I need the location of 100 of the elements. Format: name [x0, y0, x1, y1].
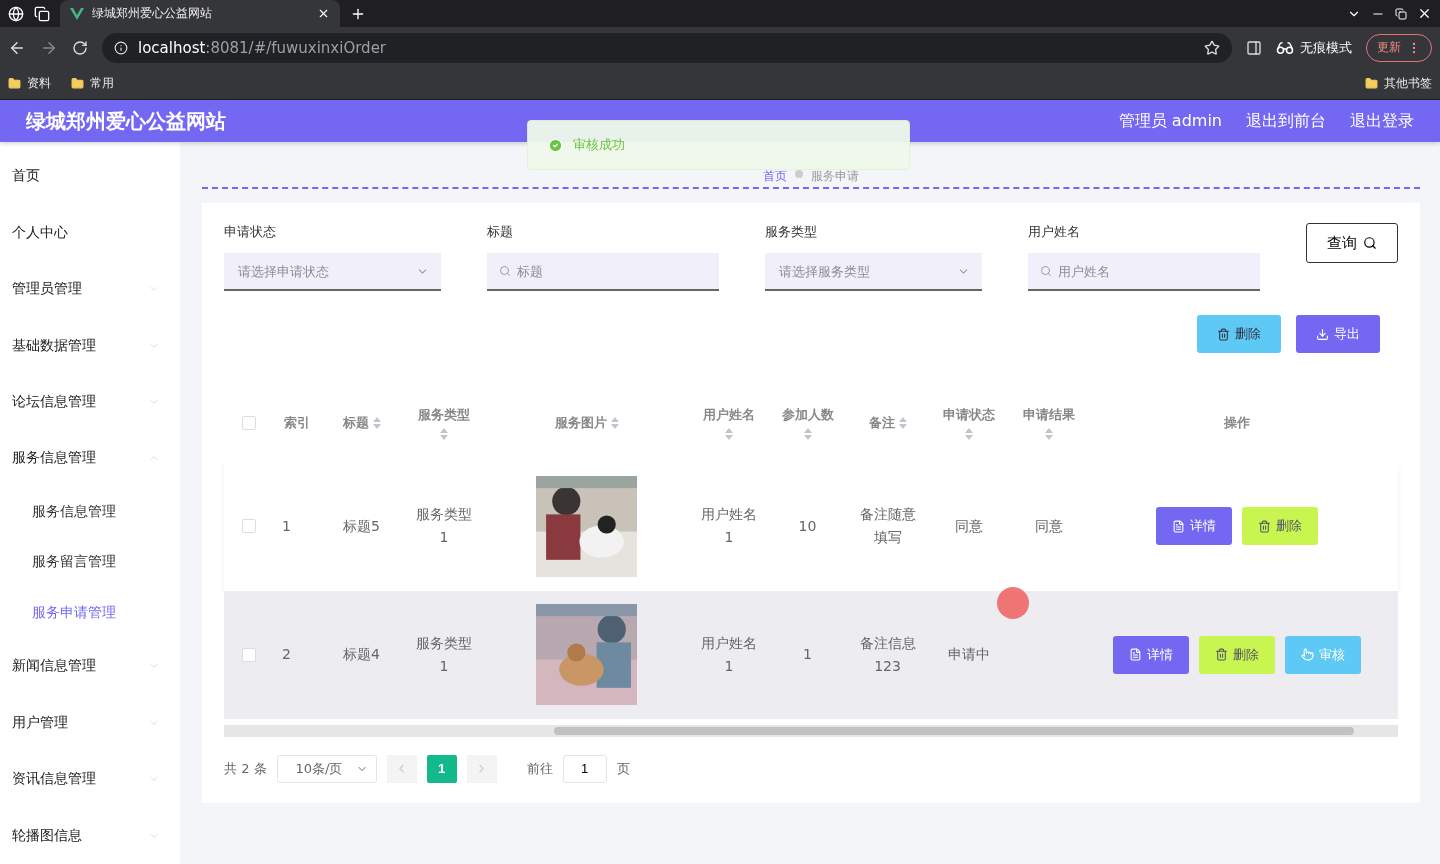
select-field[interactable]: 请选择服务类型 — [765, 253, 982, 291]
previous-page-button[interactable] — [386, 755, 417, 783]
bookmark[interactable]: 其他书签 — [1365, 75, 1432, 92]
sidebar-subitem[interactable]: 服务留言管理 — [0, 537, 180, 588]
table-cell-text: 1 — [802, 645, 813, 665]
folder-icon — [8, 77, 21, 90]
trash-icon — [1217, 327, 1230, 341]
table-cell-text: 2 — [281, 645, 292, 665]
folder-icon — [1365, 77, 1378, 90]
tab-overview-icon[interactable] — [34, 5, 50, 22]
page-size-select[interactable]: 10条/页 — [276, 755, 377, 783]
sidebar-item[interactable]: 个人中心 — [0, 204, 180, 261]
column-header[interactable]: 服务类型 — [418, 405, 470, 424]
table-cell-text: 备注随意填写 — [858, 505, 917, 548]
table-cell-text: 用户姓名 1 — [700, 505, 758, 548]
next-page-button[interactable] — [466, 755, 497, 783]
detail-button[interactable]: 详情 — [1112, 635, 1189, 674]
sidebar-item[interactable]: 资讯信息管理 — [0, 751, 180, 808]
bookmark[interactable]: 资料 — [8, 75, 51, 92]
header-link[interactable]: 退出到前台 — [1246, 110, 1326, 132]
bookmark-star-icon[interactable] — [1204, 39, 1220, 56]
sidebar-subitem[interactable]: 服务申请管理 — [0, 587, 180, 639]
success-icon — [548, 137, 563, 153]
input-field[interactable]: 标题 — [487, 253, 719, 291]
restore-icon[interactable] — [1395, 7, 1407, 20]
sort-icon[interactable] — [1045, 427, 1053, 440]
sort-icon[interactable] — [898, 416, 907, 429]
browser-tab[interactable]: 绿城郑州爱心公益网站 — [60, 0, 340, 27]
close-icon[interactable] — [1417, 6, 1432, 21]
input-field[interactable]: 用户姓名 — [1028, 253, 1260, 291]
reload-icon[interactable] — [72, 39, 88, 56]
column-header[interactable]: 备注 — [868, 413, 895, 432]
sidebar-item[interactable]: 用户管理 — [0, 694, 180, 752]
site-title: 绿城郑州爱心公益网站 — [26, 107, 226, 135]
sort-icon[interactable] — [725, 427, 733, 440]
sidebar-subitem[interactable]: 服务信息管理 — [0, 486, 180, 538]
sidebar-item[interactable]: 轮播图信息 — [0, 807, 180, 864]
delete-button[interactable]: 删除 — [1241, 507, 1318, 546]
filter-label: 标题 — [487, 223, 514, 241]
search-icon — [1040, 265, 1052, 277]
document-icon — [1171, 519, 1185, 533]
column-header: 索引 — [283, 413, 310, 432]
tab-title: 绿城郑州爱心公益网站 — [92, 5, 213, 22]
column-header[interactable]: 标题 — [342, 413, 369, 432]
table-cell-text: 用户姓名 1 — [700, 633, 758, 676]
bookmark[interactable]: 常用 — [71, 75, 114, 92]
sidebar-item[interactable]: 首页 — [0, 148, 180, 205]
table-cell-text: 1 — [281, 516, 292, 536]
checkbox[interactable] — [242, 415, 256, 430]
checkbox[interactable] — [242, 647, 256, 662]
address-bar[interactable]: localhost:8081/#/fuwuxinxiOrder — [102, 32, 1232, 63]
horizontal-scrollbar[interactable] — [224, 725, 1398, 737]
search-button[interactable]: 查询 — [1306, 223, 1398, 263]
sidebar-item[interactable]: 服务信息管理 — [0, 430, 180, 487]
header-link[interactable]: 退出登录 — [1350, 110, 1414, 132]
column-header[interactable]: 用户姓名 — [703, 405, 755, 424]
column-header: 操作 — [1223, 413, 1250, 432]
table-cell-text: 标题4 — [342, 645, 381, 665]
column-header[interactable]: 服务图片 — [554, 413, 607, 432]
sidebar-item[interactable]: 管理员管理 — [0, 260, 180, 318]
table-cell-text: 同意 — [954, 516, 984, 536]
sort-icon[interactable] — [965, 427, 973, 440]
sort-icon[interactable] — [803, 427, 812, 440]
export-button[interactable]: 导出 — [1296, 315, 1380, 353]
header-link[interactable]: 管理员 admin — [1118, 110, 1222, 132]
download-icon — [1316, 327, 1329, 341]
table-cell-text: 服务类型 1 — [415, 505, 473, 548]
sort-icon[interactable] — [610, 416, 619, 429]
checkbox[interactable] — [242, 519, 256, 534]
trash-icon — [1257, 519, 1271, 533]
sort-icon[interactable] — [372, 416, 381, 429]
total-count: 共 2 条 — [224, 760, 267, 778]
column-header[interactable]: 申请结果 — [1023, 405, 1075, 424]
profile-label: 无痕模式 — [1300, 38, 1352, 57]
select-field[interactable]: 请选择申请状态 — [224, 253, 441, 291]
goto-label: 前往 — [526, 760, 553, 778]
page-input[interactable]: 1 — [562, 755, 607, 783]
close-icon[interactable] — [317, 7, 330, 20]
breadcrumb-item[interactable]: 首页 — [763, 168, 787, 185]
sidebar-item[interactable]: 新闻信息管理 — [0, 638, 180, 695]
detail-button[interactable]: 详情 — [1155, 507, 1232, 546]
delete-button[interactable]: 删除 — [1198, 635, 1275, 674]
table-cell-text: 同意 — [1034, 516, 1064, 536]
info-icon — [114, 40, 128, 55]
table-cell-text: 备注信息 123 — [858, 633, 917, 676]
column-header[interactable]: 申请状态 — [943, 405, 995, 424]
hand-pointer-icon — [1300, 648, 1314, 662]
sidebar-item[interactable]: 论坛信息管理 — [0, 373, 180, 431]
breadcrumb-item: 服务申请 — [811, 168, 859, 185]
filter-label: 服务类型 — [765, 223, 818, 241]
url-path: :8081/#/fuwuxinxiOrder — [205, 38, 387, 57]
url-host: localhost — [138, 38, 206, 57]
side-panel-icon[interactable] — [1246, 39, 1262, 56]
sidebar-item[interactable]: 基础数据管理 — [0, 317, 180, 374]
table-cell-text: 服务类型 1 — [415, 633, 473, 676]
delete-button[interactable]: 删除 — [1197, 315, 1281, 353]
filter-label: 申请状态 — [224, 223, 277, 241]
globe-icon[interactable] — [8, 5, 24, 22]
sort-icon[interactable] — [440, 427, 448, 440]
column-header[interactable]: 参加人数 — [781, 405, 834, 424]
